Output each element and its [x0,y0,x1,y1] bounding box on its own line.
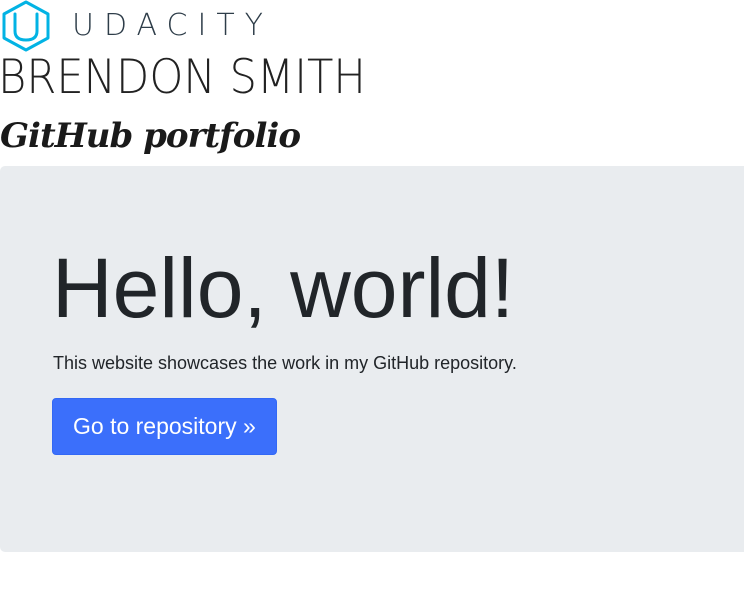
jumbotron: Hello, world! This website showcases the… [0,166,744,552]
lead-text: This website showcases the work in my Gi… [53,353,517,373]
hero-heading: Hello, world! [52,241,515,335]
go-to-repository-button[interactable]: Go to repository » [52,398,277,455]
udacity-u-icon [2,0,50,52]
brand-name: UDACITY [72,8,273,43]
udacity-logo[interactable]: UDACITY [0,0,273,52]
portfolio-subtitle: GitHub portfolio [0,116,301,156]
page: UDACITY BRENDON SMITH GitHub portfolio H… [0,0,744,600]
owner-name: BRENDON SMITH [0,50,366,105]
